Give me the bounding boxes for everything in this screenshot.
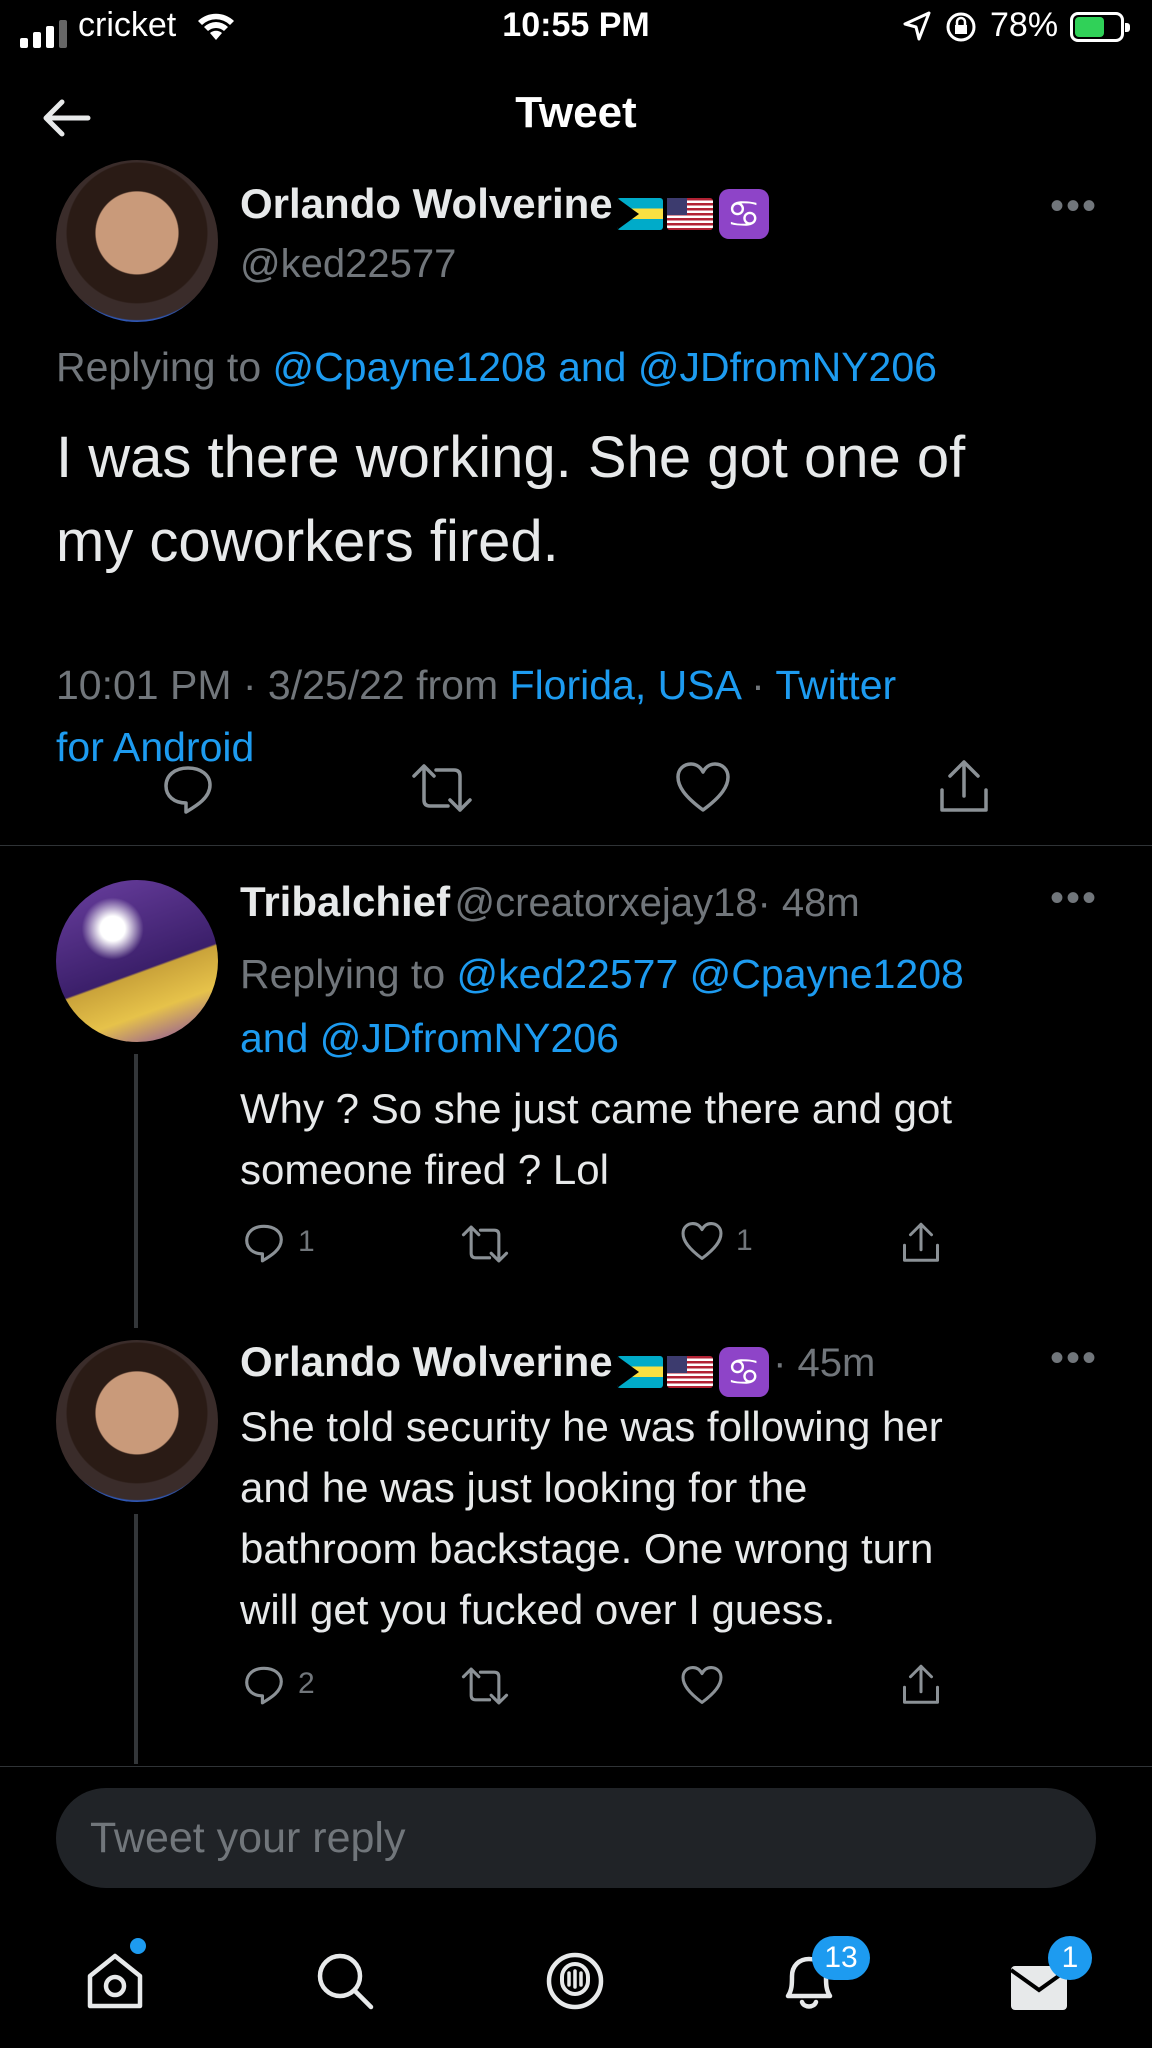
orientation-lock-icon xyxy=(946,12,976,42)
reply-count: 2 xyxy=(298,1667,315,1700)
tweet-text-line: my coworkers fired. xyxy=(56,509,559,574)
reply-input-placeholder: Tweet your reply xyxy=(90,1814,406,1862)
more-options-icon[interactable]: ••• xyxy=(1050,184,1098,229)
reply-text-line: bathroom backstage. One wrong turn xyxy=(240,1525,934,1572)
home-notification-dot xyxy=(130,1938,146,1954)
like-heart-icon[interactable] xyxy=(674,760,732,814)
like-heart-icon xyxy=(681,1222,723,1260)
author-name-row: Orlando Wolverine ♋ xyxy=(240,180,769,239)
author-name[interactable]: Tribalchief xyxy=(240,878,450,925)
share-icon[interactable] xyxy=(900,1662,942,1708)
replying-to-line: Replying to @ked22577 @Cpayne1208 and @J… xyxy=(240,942,964,1070)
status-bar: cricket 10:55 PM 78% xyxy=(0,0,1152,60)
status-time: 10:55 PM xyxy=(502,6,650,44)
thread-line xyxy=(134,1514,138,1764)
page-title: Tweet xyxy=(515,88,637,137)
reply-time: · 48m xyxy=(757,881,860,925)
like-count: 1 xyxy=(736,1224,753,1257)
reply-text-line: and he was just looking for the xyxy=(240,1464,808,1511)
battery-percent: 78% xyxy=(990,6,1059,44)
retweet-icon[interactable] xyxy=(460,1224,510,1264)
replying-prefix: Replying to xyxy=(56,344,262,390)
more-options-icon[interactable]: ••• xyxy=(1050,876,1098,921)
reply-text-line: someone fired ? Lol xyxy=(240,1146,609,1193)
replying-to-line: Replying to @Cpayne1208 and @JDfromNY206 xyxy=(56,344,937,391)
reply-action[interactable]: 1 xyxy=(242,1220,315,1264)
us-flag-icon xyxy=(666,1355,713,1388)
author-name[interactable]: Orlando Wolverine xyxy=(240,1338,613,1385)
thread-line xyxy=(134,1054,138,1328)
notifications-badge: 13 xyxy=(812,1936,870,1980)
bahamas-flag-icon xyxy=(616,197,663,230)
tweet-location-link[interactable]: Florida, USA xyxy=(510,662,740,708)
share-icon[interactable] xyxy=(900,1220,942,1266)
share-icon[interactable] xyxy=(936,758,992,816)
like-action[interactable]: 1 xyxy=(680,1220,753,1262)
reply-time: · 45m xyxy=(773,1341,876,1385)
bahamas-flag-icon xyxy=(616,1355,663,1388)
home-icon[interactable] xyxy=(84,1950,146,2012)
location-arrow-icon xyxy=(903,11,931,41)
battery-icon xyxy=(1070,12,1130,42)
avatar[interactable] xyxy=(56,1340,218,1502)
replying-to-mentions[interactable]: @Cpayne1208 and @JDfromNY206 xyxy=(273,344,937,390)
like-heart-icon[interactable] xyxy=(680,1664,724,1706)
reply-text-line: She told security he was following her xyxy=(240,1403,943,1450)
reply-text-line: will get you fucked over I guess. xyxy=(240,1586,836,1633)
divider xyxy=(0,845,1152,846)
reply-text: Why ? So she just came there and got som… xyxy=(240,1078,952,1200)
reply-text-line: Why ? So she just came there and got xyxy=(240,1085,953,1132)
cancer-sign-icon: ♋ xyxy=(718,1346,769,1397)
avatar[interactable] xyxy=(56,160,218,322)
divider xyxy=(0,1766,1152,1767)
replying-to-mentions[interactable]: @ked22577 @Cpayne1208 xyxy=(457,951,964,997)
reply-header: Tribalchief @creatorxejay18· 48m xyxy=(240,878,860,926)
cancer-sign-icon: ♋ xyxy=(718,188,769,239)
tweet-source-link[interactable]: Twitter xyxy=(775,662,896,708)
reply-action[interactable]: 2 xyxy=(242,1662,315,1706)
author-handle[interactable]: @ked22577 xyxy=(240,242,456,287)
author-handle[interactable]: @creatorxejay18 xyxy=(455,881,758,925)
reply-header: Orlando Wolverine ♋ · 45m xyxy=(240,1338,875,1397)
us-flag-icon xyxy=(666,197,713,230)
author-name[interactable]: Orlando Wolverine xyxy=(240,180,613,227)
meta-separator: · xyxy=(751,662,765,708)
reply-count: 1 xyxy=(298,1225,315,1258)
reply-icon xyxy=(245,1224,283,1263)
messages-badge: 1 xyxy=(1048,1936,1092,1980)
tweet-text: I was there working. She got one of my c… xyxy=(56,416,965,584)
tweet-timestamp: 10:01 PM · 3/25/22 from xyxy=(56,662,499,708)
tweet-reply-input[interactable]: Tweet your reply xyxy=(56,1788,1096,1888)
reply-icon[interactable] xyxy=(160,760,216,816)
reply-icon xyxy=(245,1666,283,1705)
reply-text: She told security he was following her a… xyxy=(240,1396,943,1640)
replying-to-mentions[interactable]: and @JDfromNY206 xyxy=(240,1006,964,1070)
more-options-icon[interactable]: ••• xyxy=(1050,1336,1098,1381)
tweet-text-line: I was there working. She got one of xyxy=(56,425,966,490)
retweet-icon[interactable] xyxy=(410,762,474,814)
search-icon[interactable] xyxy=(314,1950,376,2012)
replying-prefix: Replying to xyxy=(240,951,446,997)
spaces-microphone-icon[interactable] xyxy=(544,1950,606,2012)
avatar[interactable] xyxy=(56,880,218,1042)
retweet-icon[interactable] xyxy=(460,1666,510,1706)
